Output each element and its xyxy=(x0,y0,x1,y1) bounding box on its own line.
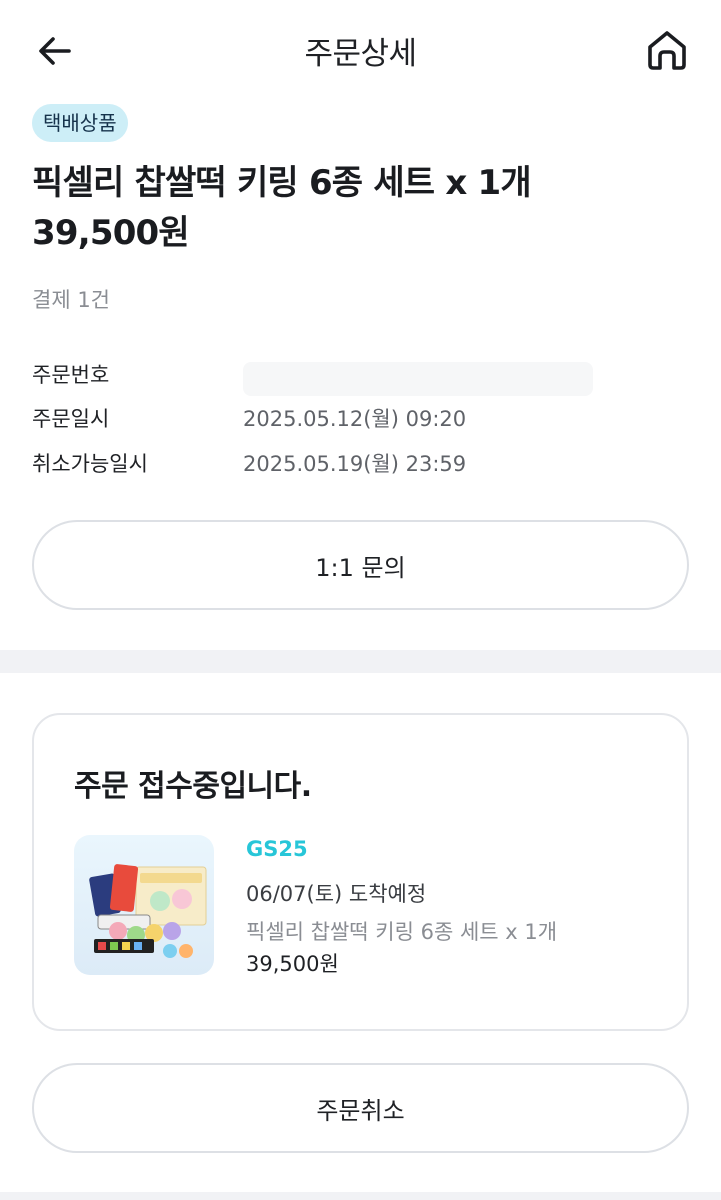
item-name: 픽셀리 찹쌀떡 키링 6종 세트 x 1개 xyxy=(246,920,558,944)
product-title: 픽셀리 찹쌀떡 키링 6종 세트 x 1개 xyxy=(32,163,532,203)
delivery-type-badge: 택배상품 xyxy=(32,104,128,142)
home-icon xyxy=(648,31,686,70)
order-detail-page: 주문상세 택배상품 픽셀리 찹쌀떡 키링 6종 세트 x 1개 39,500원 … xyxy=(0,0,721,1200)
top-app-bar: 주문상세 xyxy=(0,0,721,100)
info-value: 2025.05.19(월) 23:59 xyxy=(243,452,467,476)
home-button[interactable] xyxy=(641,24,693,76)
inquiry-button[interactable]: 1:1 문의 xyxy=(32,520,689,610)
payment-count: 결제 1건 xyxy=(32,288,110,312)
section-divider xyxy=(0,650,721,673)
order-status-title: 주문 접수중입니다. xyxy=(74,769,312,804)
product-price: 39,500원 xyxy=(32,213,190,253)
order-number-masked xyxy=(243,362,593,396)
cancel-order-button[interactable]: 주문취소 xyxy=(32,1063,689,1153)
info-value: 2025.05.12(월) 09:20 xyxy=(243,407,467,431)
order-status-card: 주문 접수중입니다. GS25 06/07(토) 도착예정 픽셀리 찹쌀떡 키링… xyxy=(32,713,689,1031)
store-name: GS25 xyxy=(246,837,308,861)
item-price: 39,500원 xyxy=(246,952,339,976)
info-label: 주문일시 xyxy=(32,407,110,431)
page-title: 주문상세 xyxy=(304,36,417,72)
arrival-date: 06/07(토) 도착예정 xyxy=(246,882,427,906)
product-image xyxy=(89,864,207,958)
info-label: 취소가능일시 xyxy=(32,452,148,476)
product-summary: 픽셀리 찹쌀떡 키링 6종 세트 x 1개 39,500원 xyxy=(32,158,692,258)
product-thumbnail[interactable] xyxy=(74,835,214,975)
bottom-divider xyxy=(0,1192,721,1200)
info-label: 주문번호 xyxy=(32,363,110,387)
